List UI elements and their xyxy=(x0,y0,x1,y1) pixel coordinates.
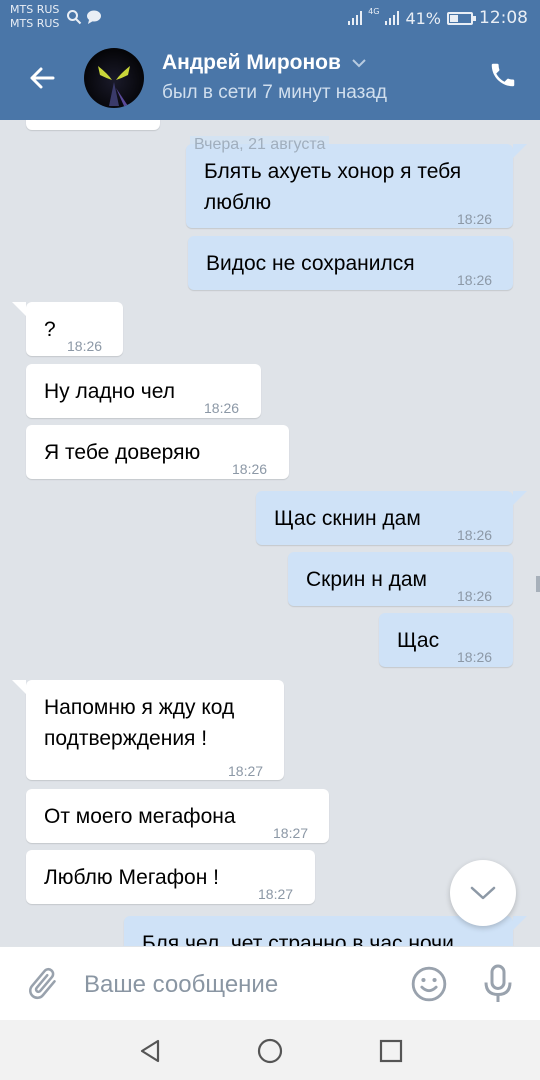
message-text: Щас xyxy=(397,629,440,652)
message-bubble[interactable]: Я тебе доверяю 18:26 xyxy=(26,425,289,479)
message-notification-icon xyxy=(87,10,101,24)
message-text: Щас скнин дам xyxy=(274,507,421,530)
nav-home-icon[interactable] xyxy=(255,1036,285,1066)
battery-percent: 41% xyxy=(405,8,441,28)
message-time: 18:27 xyxy=(258,886,294,902)
message-time: 18:26 xyxy=(457,211,493,227)
message-bubble[interactable]: От моего мегафона 18:27 xyxy=(26,789,329,843)
contact-name[interactable]: Андрей Миронов xyxy=(162,51,341,75)
microphone-icon[interactable] xyxy=(480,963,516,1005)
message-bubble-partial[interactable] xyxy=(26,120,160,130)
message-text: Скрин н дам xyxy=(306,568,427,591)
message-bubble[interactable]: Ну ладно чел 18:26 xyxy=(26,364,261,418)
message-text: Люблю Мегафон ! xyxy=(44,866,219,889)
message-text: ? xyxy=(44,318,56,341)
message-time: 18:26 xyxy=(232,461,268,477)
message-bubble[interactable]: ? 18:26 xyxy=(12,302,123,356)
carrier-2: MTS RUS xyxy=(10,17,60,30)
message-time: 18:26 xyxy=(457,649,493,665)
message-time: 18:26 xyxy=(457,588,493,604)
avatar-image xyxy=(98,66,130,106)
chevron-down-icon xyxy=(470,886,496,900)
message-text-line1: Блять ахуеть хонор я тебя xyxy=(204,160,462,183)
message-text: Видос не сохранился xyxy=(206,252,415,275)
message-list[interactable]: Вчера, 21 августа Блять ахуеть хонор я т… xyxy=(0,120,540,946)
system-nav-bar xyxy=(0,1020,540,1080)
nav-recents-icon[interactable] xyxy=(376,1036,406,1066)
message-time: 18:27 xyxy=(228,763,264,779)
message-text: Я тебе доверяю xyxy=(44,441,201,464)
chat-header: Андрей Миронов был в сети 7 минут назад xyxy=(0,36,540,120)
date-separator: Вчера, 21 августа xyxy=(190,136,330,154)
paperclip-icon[interactable] xyxy=(24,965,62,1003)
carrier-labels: MTS RUS MTS RUS xyxy=(10,3,59,31)
message-time: 18:26 xyxy=(204,400,240,416)
message-input[interactable] xyxy=(84,967,384,1003)
signal-2-icon xyxy=(385,11,400,25)
message-time: 18:26 xyxy=(457,527,493,543)
message-bubble[interactable]: Напомню я жду код подтверждения ! 18:27 xyxy=(12,680,284,780)
clock: 12:08 xyxy=(479,8,528,28)
message-bubble[interactable]: Блять ахуеть хонор я тебя люблю 18:26 xyxy=(186,144,527,228)
battery-icon xyxy=(447,11,476,25)
avatar[interactable] xyxy=(84,48,144,108)
message-bubble[interactable]: Люблю Мегафон ! 18:27 xyxy=(26,850,315,904)
status-bar: MTS RUS MTS RUS 4G 41% 12:08 xyxy=(0,0,540,36)
scrollbar[interactable] xyxy=(536,576,540,592)
search-icon xyxy=(67,10,82,25)
message-time: 18:26 xyxy=(67,338,103,354)
signal-1-icon xyxy=(348,11,363,25)
message-text-line2: подтверждения ! xyxy=(44,727,208,750)
message-composer xyxy=(0,946,540,1020)
message-bubble[interactable]: Щас 18:26 xyxy=(379,613,513,667)
message-text-line1: Напомню я жду код xyxy=(44,696,235,719)
message-bubble[interactable]: Щас скнин дам 18:26 xyxy=(256,491,527,545)
scroll-down-button[interactable] xyxy=(450,860,516,926)
message-text: Ну ладно чел xyxy=(44,380,175,403)
carrier-1: MTS RUS xyxy=(10,3,60,16)
message-bubble[interactable]: Видос не сохранился 18:26 xyxy=(188,236,513,290)
message-bubble[interactable]: Скрин н дам 18:26 xyxy=(288,552,513,606)
last-seen-status: был в сети 7 минут назад xyxy=(162,82,388,103)
message-bubble[interactable]: Бля чел, чет странно в час ночи xyxy=(124,916,527,946)
message-text: Бля чел, чет странно в час ночи xyxy=(142,932,454,946)
network-type: 4G xyxy=(368,7,380,16)
emoji-icon[interactable] xyxy=(410,965,448,1003)
nav-back-icon[interactable] xyxy=(136,1036,166,1066)
phone-icon[interactable] xyxy=(488,60,518,90)
message-time: 18:26 xyxy=(457,272,493,288)
message-text-line2: люблю xyxy=(204,191,272,214)
chevron-down-icon[interactable] xyxy=(351,58,367,68)
message-time: 18:27 xyxy=(273,825,309,841)
message-text: От моего мегафона xyxy=(44,805,236,828)
back-arrow-icon[interactable] xyxy=(26,62,58,94)
